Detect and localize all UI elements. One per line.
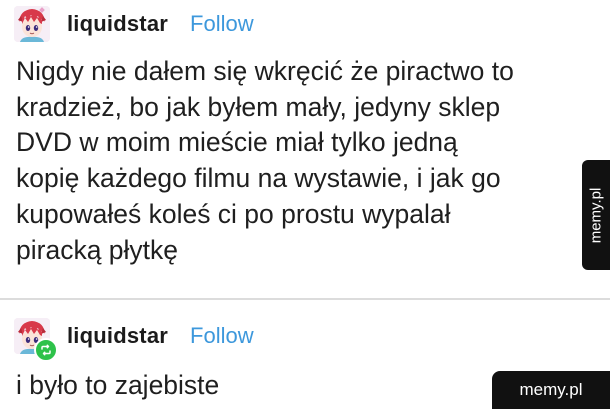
post-text-line: Nigdy nie dałem się wkręcić że piractwo … — [16, 56, 514, 86]
post-text-line: piracką płytkę — [16, 234, 179, 265]
avatar[interactable] — [14, 318, 58, 362]
post-header: liquidstar Follow — [14, 4, 254, 44]
post-body: i było to zajebiste — [16, 370, 220, 400]
post-header: liquidstar Follow — [14, 316, 254, 362]
corner-watermark: memy.pl — [492, 371, 610, 409]
post-text-line: DVD w moim mieście miał tylko jedną — [16, 127, 458, 158]
reblog-icon — [34, 338, 58, 362]
follow-button[interactable]: Follow — [190, 11, 254, 37]
anime-avatar-icon — [14, 6, 50, 42]
side-watermark: memy.pl — [582, 160, 610, 270]
post-body: Nigdy nie dałem się wkręcić że piractwo … — [16, 54, 514, 268]
post-text-line: kupowałeś koleś ci po prostu wypalał — [16, 198, 451, 229]
username[interactable]: liquidstar — [67, 323, 168, 349]
username[interactable]: liquidstar — [67, 11, 168, 37]
avatar[interactable] — [14, 6, 50, 42]
side-watermark-text: memy.pl — [587, 187, 605, 243]
post-divider — [0, 298, 610, 300]
post-text-line: kradzież, bo jak byłem mały, jedyny skle… — [16, 91, 501, 122]
follow-button[interactable]: Follow — [190, 323, 254, 349]
post-text-line: kopię każdego filmu na wystawie, i jak g… — [16, 163, 501, 194]
corner-watermark-text: memy.pl — [519, 380, 583, 399]
